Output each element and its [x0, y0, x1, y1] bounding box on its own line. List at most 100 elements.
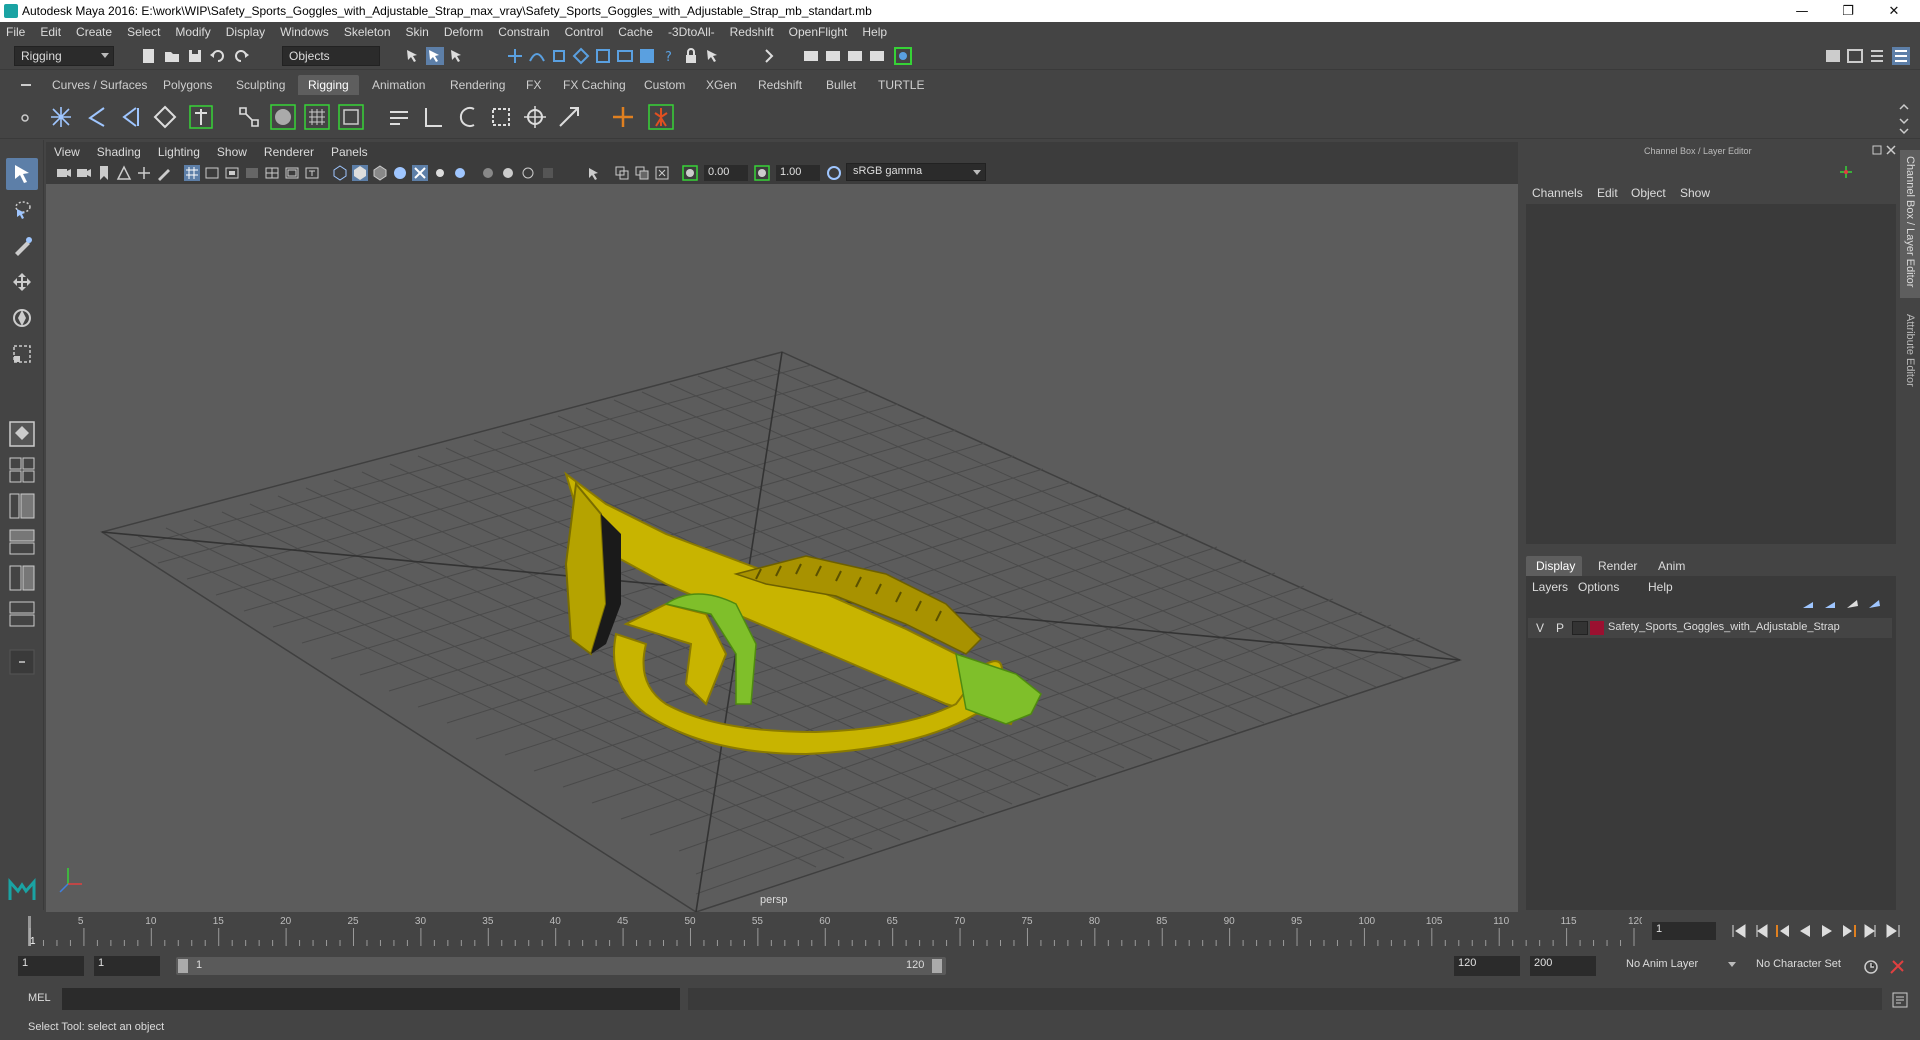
toggle-channel-box-icon[interactable] — [1892, 47, 1910, 65]
resolution-gate-icon[interactable] — [224, 165, 240, 181]
shelf-tab-polygons[interactable]: Polygons — [153, 75, 222, 95]
ik-handle-icon[interactable] — [186, 102, 216, 132]
human-ik-icon[interactable] — [646, 102, 676, 132]
single-perspective-layout-icon[interactable] — [6, 418, 38, 450]
wireframe-icon[interactable] — [332, 165, 348, 181]
camera-attributes-icon[interactable] — [76, 165, 92, 181]
menu-display[interactable]: Display — [226, 25, 265, 39]
shadows-icon[interactable] — [432, 165, 448, 181]
close-panel-icon[interactable] — [1886, 145, 1896, 155]
range-slider-bar[interactable]: 1 120 — [176, 957, 946, 975]
animation-start-field[interactable]: 1 — [18, 956, 84, 976]
step-forward-key-icon[interactable] — [1862, 922, 1880, 940]
color-management-icon[interactable] — [826, 165, 842, 181]
shelf-tab-fx-caching[interactable]: FX Caching — [553, 75, 636, 95]
menu-modify[interactable]: Modify — [175, 25, 210, 39]
move-tool-icon[interactable] — [6, 266, 38, 298]
use-all-lights-icon[interactable] — [412, 165, 428, 181]
step-forward-frame-icon[interactable] — [1840, 922, 1858, 940]
scale-tool-icon[interactable] — [6, 338, 38, 370]
menu-constrain[interactable]: Constrain — [498, 25, 549, 39]
channel-menu-edit[interactable]: Edit — [1597, 186, 1618, 200]
animation-end-field[interactable]: 200 — [1530, 956, 1596, 976]
channel-list-area[interactable] — [1526, 204, 1896, 544]
pole-vector-constraint-icon[interactable] — [554, 102, 584, 132]
smooth-skin-icon[interactable] — [268, 102, 298, 132]
exposure-icon[interactable] — [682, 165, 698, 181]
menu-3dtoall[interactable]: -3DtoAll- — [668, 25, 715, 39]
persp-outliner-layout-icon[interactable] — [6, 490, 38, 522]
maya-home-icon[interactable] — [6, 874, 38, 906]
menu-windows[interactable]: Windows — [280, 25, 329, 39]
history-icon[interactable] — [616, 47, 634, 65]
grid-toggle-icon[interactable] — [184, 165, 200, 181]
toggle-attribute-editor-icon[interactable] — [1868, 47, 1886, 65]
mel-input[interactable] — [62, 988, 680, 1010]
move-layer-down-icon[interactable] — [1822, 596, 1838, 612]
quick-rig-icon[interactable] — [608, 102, 638, 132]
persp-hypershade-layout-icon[interactable] — [6, 562, 38, 594]
anti-aliasing-icon[interactable] — [500, 165, 516, 181]
scale-constraint-icon[interactable] — [486, 102, 516, 132]
isolate-select-icon[interactable] — [586, 165, 602, 181]
undo-icon[interactable] — [209, 47, 227, 65]
shelf-tab-rigging[interactable]: Rigging — [298, 75, 359, 95]
film-gate-icon[interactable] — [204, 165, 220, 181]
shelf-tab-xgen[interactable]: XGen — [696, 75, 747, 95]
orient-joint-icon[interactable] — [150, 102, 180, 132]
render-sequence-icon[interactable] — [824, 47, 842, 65]
menu-openflight[interactable]: OpenFlight — [789, 25, 848, 39]
layer-reference-toggle[interactable] — [1572, 621, 1588, 635]
gamma-field[interactable]: 1.00 — [776, 165, 820, 181]
layer-tab-display[interactable]: Display — [1526, 556, 1582, 576]
manipulator-icon[interactable] — [1838, 164, 1854, 180]
menu-file[interactable]: File — [6, 25, 25, 39]
minimize-button[interactable]: — — [1779, 0, 1825, 22]
play-backwards-icon[interactable] — [1796, 922, 1814, 940]
menu-redshift[interactable]: Redshift — [730, 25, 774, 39]
step-back-frame-icon[interactable] — [1774, 922, 1792, 940]
gate-mask-icon[interactable] — [244, 165, 260, 181]
layer-menu-layers[interactable]: Layers — [1532, 580, 1568, 594]
ipr-render-icon[interactable] — [846, 47, 864, 65]
channel-menu-object[interactable]: Object — [1631, 186, 1666, 200]
snap-view-plane-icon[interactable] — [572, 47, 590, 65]
layer-color-swatch[interactable] — [1590, 621, 1604, 635]
viewport-menu-view[interactable]: View — [54, 145, 80, 159]
field-chart-icon[interactable] — [264, 165, 280, 181]
shelf-tab-sculpting[interactable]: Sculpting — [226, 75, 295, 95]
parent-constraint-icon[interactable] — [384, 102, 414, 132]
viewport-menu-panels[interactable]: Panels — [331, 145, 368, 159]
shelf-options-icon[interactable] — [20, 113, 30, 123]
step-back-key-icon[interactable] — [1752, 922, 1770, 940]
motion-blur-icon[interactable] — [480, 165, 496, 181]
layer-menu-help[interactable]: Help — [1648, 580, 1673, 594]
lasso-tool-icon[interactable] — [6, 194, 38, 226]
menuset-dropdown[interactable]: Rigging — [14, 46, 114, 66]
point-constraint-icon[interactable] — [418, 102, 448, 132]
snap-live-icon[interactable] — [594, 47, 612, 65]
go-to-start-icon[interactable] — [1730, 922, 1748, 940]
shelf-tab-turtle[interactable]: TURTLE — [868, 75, 934, 95]
wireframe-on-shaded-icon[interactable] — [372, 165, 388, 181]
shelf-tab-bullet[interactable]: Bullet — [816, 75, 866, 95]
menu-skin[interactable]: Skin — [406, 25, 429, 39]
depth-of-field-icon[interactable] — [520, 165, 536, 181]
viewport-menu-show[interactable]: Show — [217, 145, 247, 159]
screen-space-ao-icon[interactable] — [452, 165, 468, 181]
auto-key-icon[interactable] — [1862, 958, 1880, 976]
shelf-tab-custom[interactable]: Custom — [634, 75, 695, 95]
select-lock-icon[interactable] — [704, 47, 722, 65]
workspace-icon[interactable] — [1824, 47, 1842, 65]
create-joints-icon[interactable] — [46, 102, 76, 132]
go-to-end-icon[interactable] — [1884, 922, 1902, 940]
snap-curve-icon[interactable] — [528, 47, 546, 65]
input-ops-icon[interactable]: ? — [660, 47, 678, 65]
redo-icon[interactable] — [232, 47, 250, 65]
shelf-tab-redshift[interactable]: Redshift — [748, 75, 812, 95]
save-scene-icon[interactable] — [186, 47, 204, 65]
playback-start-field[interactable]: 1 — [94, 956, 160, 976]
xray-icon[interactable] — [540, 165, 556, 181]
current-time-marker[interactable] — [28, 916, 31, 946]
rotate-tool-icon[interactable] — [6, 302, 38, 334]
